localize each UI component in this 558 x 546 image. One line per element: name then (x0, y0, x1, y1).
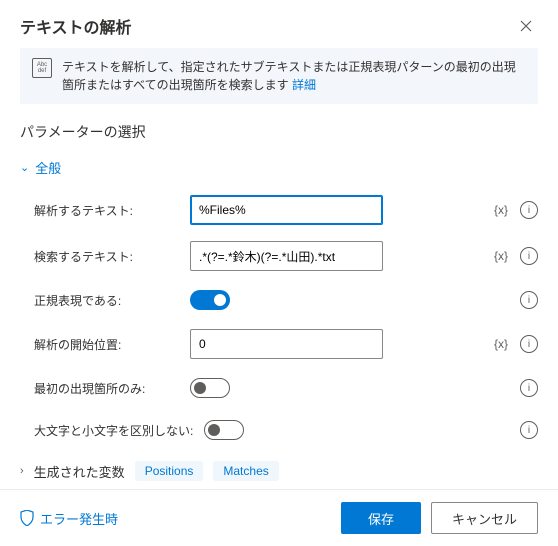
start-pos-input[interactable] (190, 329, 383, 359)
variable-icon[interactable]: {x} (494, 337, 508, 351)
save-button[interactable]: 保存 (341, 502, 421, 534)
start-pos-label: 解析の開始位置: (34, 336, 180, 353)
search-text-input[interactable] (190, 241, 383, 271)
close-icon (520, 20, 532, 32)
group-general[interactable]: ⌄ 全般 (20, 152, 538, 187)
dialog-title: テキストの解析 (20, 14, 132, 38)
chevron-right-icon[interactable]: › (20, 465, 24, 477)
generated-vars-label[interactable]: 生成された変数 (34, 462, 125, 481)
info-button[interactable]: i (520, 421, 538, 439)
shield-icon (20, 510, 34, 526)
info-button[interactable]: i (520, 247, 538, 265)
is-regex-toggle[interactable] (190, 290, 230, 310)
search-text-label: 検索するテキスト: (34, 248, 180, 265)
is-regex-label: 正規表現である: (34, 292, 180, 309)
close-button[interactable] (514, 14, 538, 38)
section-title: パラメーターの選択 (0, 118, 558, 152)
info-banner: Abc def テキストを解析して、指定されたサブテキストまたは正規表現パターン… (20, 48, 538, 104)
case-sensitive-toggle[interactable] (204, 420, 244, 440)
info-button[interactable]: i (520, 201, 538, 219)
chip-matches[interactable]: Matches (213, 461, 278, 481)
chip-positions[interactable]: Positions (135, 461, 204, 481)
group-general-label: 全般 (35, 158, 61, 177)
info-button[interactable]: i (520, 379, 538, 397)
info-button[interactable]: i (520, 335, 538, 353)
on-error-link[interactable]: エラー発生時 (20, 509, 118, 528)
on-error-label: エラー発生時 (40, 509, 118, 528)
parse-text-label: 解析するテキスト: (34, 202, 180, 219)
first-only-toggle[interactable] (190, 378, 230, 398)
banner-text: テキストを解析して、指定されたサブテキストまたは正規表現パターンの最初の出現箇所… (62, 60, 516, 92)
case-sensitive-label: 大文字と小文字を区別しない: (34, 422, 194, 439)
parse-text-input[interactable] (190, 195, 383, 225)
first-only-label: 最初の出現箇所のみ: (34, 380, 180, 397)
variable-icon[interactable]: {x} (494, 203, 508, 217)
abc-icon: Abc def (32, 58, 52, 78)
chevron-down-icon: ⌄ (20, 161, 29, 174)
cancel-button[interactable]: キャンセル (431, 502, 538, 534)
details-link[interactable]: 詳細 (292, 78, 316, 92)
info-button[interactable]: i (520, 291, 538, 309)
variable-icon[interactable]: {x} (494, 249, 508, 263)
